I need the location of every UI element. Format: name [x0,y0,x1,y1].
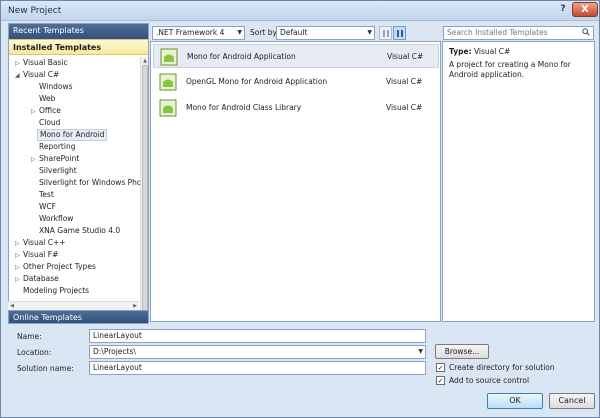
tree-item-office[interactable]: ▷ Office [31,105,61,117]
location-label: Location: [17,348,52,357]
cancel-button[interactable]: Cancel [549,393,595,409]
dropdown-arrow-icon[interactable]: ▼ [237,27,242,39]
template-name: Mono for Android Application [187,52,296,61]
tree-item-silverlight[interactable]: Silverlight [39,165,77,177]
tree-item-visual-csharp[interactable]: ◢ Visual C# [15,69,59,81]
dropdown-arrow-icon[interactable]: ▼ [418,346,423,358]
tree-item-web[interactable]: Web [39,93,55,105]
template-description: A project for creating a Mono for Androi… [449,60,571,79]
view-bar-icon [401,30,403,37]
tree-vertical-scrollbar[interactable]: ▲ ▼ [140,57,148,321]
tree-item-silverlight-windows-phone[interactable]: Silverlight for Windows Phone [39,177,148,189]
template-language: Visual C# [386,103,423,112]
checkmark-icon[interactable]: ✓ [436,376,445,385]
medium-icons-view-button[interactable] [393,26,406,40]
framework-dropdown[interactable]: .NET Framework 4 ▼ [152,26,245,40]
tree-horizontal-scrollbar[interactable]: ◀ ▶ [8,301,139,310]
tree-item-reporting[interactable]: Reporting [39,141,75,153]
template-toolbar: .NET Framework 4 ▼ Sort by: Default ▼ [150,23,440,41]
view-bar-icon [383,30,385,37]
tree-item-visual-fsharp[interactable]: ▷ Visual F# [15,249,58,261]
expand-arrow-icon[interactable]: ▷ [15,274,23,286]
android-app-icon [159,73,177,91]
template-row[interactable]: Mono for Android Class Library Visual C# [153,96,439,120]
collapse-arrow-icon[interactable]: ◢ [15,70,23,82]
close-button[interactable]: X [572,2,598,17]
solution-name-field[interactable]: LinearLayout [89,361,426,375]
tree-item-xna-game-studio[interactable]: XNA Game Studio 4.0 [39,225,120,237]
tree-item-visual-cpp[interactable]: ▷ Visual C++ [15,237,66,249]
scroll-thumb[interactable] [142,65,148,320]
template-row[interactable]: Mono for Android Application Visual C# [153,44,439,68]
tree-item-modeling-projects[interactable]: Modeling Projects [23,285,89,297]
name-field[interactable]: LinearLayout [89,329,426,343]
recent-templates-header[interactable]: Recent Templates [9,24,148,39]
installed-templates-header[interactable]: Installed Templates [9,39,148,55]
online-templates-header[interactable]: Online Templates [8,310,149,324]
small-icons-view-button[interactable] [379,26,392,40]
template-language: Visual C# [387,52,424,61]
android-app-icon [160,48,178,66]
ok-button[interactable]: OK [487,393,543,409]
template-row[interactable]: OpenGL Mono for Android Application Visu… [153,70,439,94]
scroll-up-icon[interactable]: ▲ [141,57,148,65]
tree-item-wcf[interactable]: WCF [39,201,56,213]
tree-item-sharepoint[interactable]: ▷ SharePoint [31,153,79,165]
view-bar-icon [387,30,389,37]
scroll-right-icon[interactable]: ▶ [131,302,139,310]
search-icon[interactable] [582,28,590,36]
checkmark-icon[interactable]: ✓ [436,363,445,372]
sort-by-dropdown[interactable]: Default ▼ [276,26,375,40]
tree-item-mono-for-android[interactable]: Mono for Android [37,129,108,141]
dropdown-arrow-icon[interactable]: ▼ [367,27,372,39]
title-bar[interactable]: New Project ? X [1,1,599,21]
template-details-panel: Type: Visual C# A project for creating a… [442,41,595,322]
template-navigation-panel: Recent Templates Installed Templates ▷ Vi… [8,23,149,322]
tree-item-workflow[interactable]: Workflow [39,213,73,225]
tree-item-visual-basic[interactable]: ▷ Visual Basic [15,57,68,69]
browse-button[interactable]: Browse... [435,344,489,359]
sort-by-label: Sort by: [250,28,279,37]
expand-arrow-icon[interactable]: ▷ [31,106,39,118]
tree-item-cloud[interactable]: Cloud [39,117,60,129]
solution-name-label: Solution name: [17,364,74,373]
name-label: Name: [17,332,42,341]
template-language: Visual C# [386,77,423,86]
location-field[interactable]: D:\Projects\ ▼ [89,345,426,359]
template-type: Type: Visual C# [449,47,511,56]
scroll-left-icon[interactable]: ◀ [8,302,16,310]
window-title: New Project [8,6,62,16]
template-name: OpenGL Mono for Android Application [186,77,328,86]
tree-item-windows[interactable]: Windows [39,81,72,93]
template-name: Mono for Android Class Library [186,103,302,112]
expand-arrow-icon[interactable]: ▷ [31,154,39,166]
new-project-dialog: New Project ? X Recent Templates Install… [0,0,600,418]
view-bar-icon [397,30,399,37]
help-button[interactable]: ? [554,3,572,17]
source-control-checkbox[interactable]: ✓ Add to source control [436,375,586,387]
android-library-icon [159,99,177,117]
tree-item-test[interactable]: Test [39,189,54,201]
tree-item-database[interactable]: ▷ Database [15,273,59,285]
tree-item-other-project-types[interactable]: ▷ Other Project Types [15,261,96,273]
templates-list: Mono for Android Application Visual C# O… [150,41,441,322]
create-directory-checkbox[interactable]: ✓ Create directory for solution [436,362,586,374]
search-templates-input[interactable]: Search Installed Templates [443,26,594,40]
